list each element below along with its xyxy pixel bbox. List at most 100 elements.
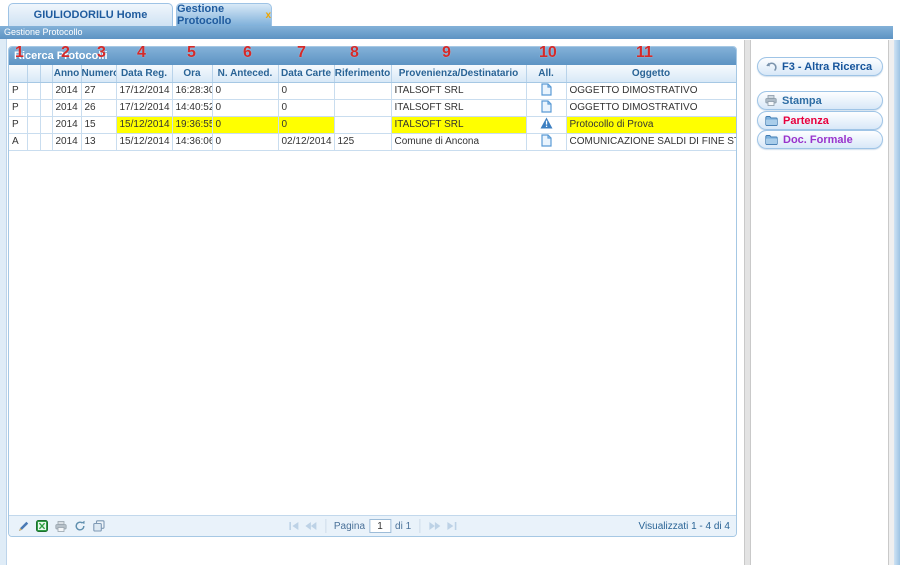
column-header-Oggetto[interactable]: Oggetto (566, 65, 736, 82)
attachment-document-icon[interactable] (541, 88, 552, 99)
cell-tipo: A (9, 133, 27, 150)
side-button-label: Stampa (782, 95, 822, 107)
column-header-col1[interactable] (27, 65, 40, 82)
cell-n_anteced: 0 (212, 99, 278, 116)
cell-tipo: P (9, 99, 27, 116)
cell-riferimento: 125 (334, 133, 391, 150)
folder-icon (765, 115, 778, 126)
cell-numero: 27 (81, 82, 116, 99)
cell-col2 (27, 133, 40, 150)
side-button-label: F3 - Altra Ricerca (782, 61, 872, 73)
column-header-Data Carte[interactable]: Data Carte (278, 65, 334, 82)
cell-data_reg: 15/12/2014 (116, 133, 172, 150)
cell-data_carte: 02/12/2014 (278, 133, 334, 150)
cell-provenienza: ITALSOFT SRL (391, 116, 526, 133)
side-button-doc-formale[interactable]: Doc. Formale (757, 130, 883, 149)
column-header-Riferimento[interactable]: Riferimento (334, 65, 391, 82)
cell-col3 (40, 99, 52, 116)
cell-data_reg: 17/12/2014 (116, 99, 172, 116)
cell-tipo: P (9, 82, 27, 99)
cell-col2 (27, 99, 40, 116)
column-header-Provenienza/Destinatario[interactable]: Provenienza/Destinatario (391, 65, 526, 82)
cell-numero: 26 (81, 99, 116, 116)
cell-allegato_icon (526, 82, 566, 99)
records-status: Visualizzati 1 - 4 di 4 (638, 521, 730, 532)
cell-data_carte: 0 (278, 116, 334, 133)
column-header-All.[interactable]: All. (526, 65, 566, 82)
cell-n_anteced: 0 (212, 82, 278, 99)
cell-oggetto: OGGETTO DIMOSTRATIVO (566, 99, 736, 116)
protocol-table: AnnoNumeroData Reg.OraN. Anteced.Data Ca… (9, 65, 737, 151)
protocol-grid-panel: Ricerca Protocolli AnnoNumeroData Reg.Or… (8, 46, 737, 537)
grid-empty-area (9, 151, 736, 516)
cell-n_anteced: 0 (212, 116, 278, 133)
cell-anno: 2014 (52, 99, 81, 116)
column-header-Data Reg.[interactable]: Data Reg. (116, 65, 172, 82)
breadcrumb-label: Gestione Protocollo (4, 27, 83, 37)
cell-col3 (40, 133, 52, 150)
panel-splitter[interactable] (744, 40, 751, 565)
cell-tipo: P (9, 116, 27, 133)
refresh-icon[interactable] (74, 520, 86, 532)
column-header-Numero[interactable]: Numero (81, 65, 116, 82)
cell-col3 (40, 116, 52, 133)
first-page-icon[interactable] (288, 521, 300, 531)
cell-anno: 2014 (52, 133, 81, 150)
grid-footer-bar: Pagina di 1 Visualizzati 1 - 4 di 4 (9, 515, 736, 536)
cell-riferimento (334, 99, 391, 116)
pagination-controls: Pagina di 1 (288, 519, 457, 533)
column-header-Ora[interactable]: Ora (172, 65, 212, 82)
cell-data_reg: 15/12/2014 (116, 116, 172, 133)
cell-col3 (40, 82, 52, 99)
column-header-Anno[interactable]: Anno (52, 65, 81, 82)
cell-oggetto: COMUNICAZIONE SALDI DI FINE STAGION (566, 133, 736, 150)
right-collapsed-panel (894, 40, 900, 565)
side-button-f3-altra-ricerca[interactable]: F3 - Altra Ricerca (757, 57, 883, 76)
grid-title: Ricerca Protocolli (9, 47, 736, 65)
cell-riferimento (334, 82, 391, 99)
page-number-input[interactable] (369, 519, 391, 533)
cell-data_carte: 0 (278, 99, 334, 116)
page-of-label: di 1 (395, 521, 411, 532)
tab-home[interactable]: GIULIODORILU Home (8, 3, 173, 26)
side-button-stampa[interactable]: Stampa (757, 91, 883, 110)
page-label: Pagina (334, 521, 365, 532)
side-button-label: Doc. Formale (783, 134, 853, 146)
cell-riferimento (334, 116, 391, 133)
cell-numero: 15 (81, 116, 116, 133)
side-button-label: Partenza (783, 115, 829, 127)
actions-side-panel: F3 - Altra Ricerca Stampa Partenza Doc. … (752, 40, 888, 565)
attachment-document-icon[interactable] (541, 105, 552, 116)
next-page-icon[interactable] (428, 521, 441, 531)
column-header-N. Anteced.[interactable]: N. Anteced. (212, 65, 278, 82)
cell-oggetto: OGGETTO DIMOSTRATIVO (566, 82, 736, 99)
cell-anno: 2014 (52, 82, 81, 99)
cell-data_reg: 17/12/2014 (116, 82, 172, 99)
cell-provenienza: ITALSOFT SRL (391, 99, 526, 116)
tab-bar: GIULIODORILU Home Gestione Protocollo x (0, 0, 900, 26)
prev-page-icon[interactable] (304, 521, 317, 531)
column-header-col2[interactable] (40, 65, 52, 82)
table-row[interactable]: P20141515/12/201419:36:5500ITALSOFT SRL … (9, 116, 736, 133)
cell-ora: 16:28:30 (172, 82, 212, 99)
column-header-col0[interactable] (9, 65, 27, 82)
open-window-icon[interactable] (93, 520, 105, 532)
cell-anno: 2014 (52, 116, 81, 133)
undo-arrow-icon (765, 61, 777, 72)
print-icon[interactable] (55, 521, 67, 532)
table-row[interactable]: P20142717/12/201416:28:3000ITALSOFT SRL … (9, 82, 736, 99)
tab-home-label: GIULIODORILU Home (34, 9, 148, 21)
edit-pencil-icon[interactable] (18, 521, 29, 532)
close-icon[interactable]: x (265, 10, 271, 21)
excel-export-icon[interactable] (36, 520, 48, 532)
last-page-icon[interactable] (445, 521, 457, 531)
table-row[interactable]: P20142617/12/201414:40:5200ITALSOFT SRL … (9, 99, 736, 116)
cell-ora: 14:36:06 (172, 133, 212, 150)
grid-toolbar-icons (9, 520, 105, 532)
tab-gestione-protocollo[interactable]: Gestione Protocollo x (176, 3, 272, 26)
warning-icon[interactable] (540, 121, 553, 132)
attachment-document-icon[interactable] (541, 139, 552, 150)
side-button-partenza[interactable]: Partenza (757, 111, 883, 130)
table-row[interactable]: A20141315/12/201414:36:06002/12/2014125C… (9, 133, 736, 150)
table-header: AnnoNumeroData Reg.OraN. Anteced.Data Ca… (9, 65, 736, 82)
